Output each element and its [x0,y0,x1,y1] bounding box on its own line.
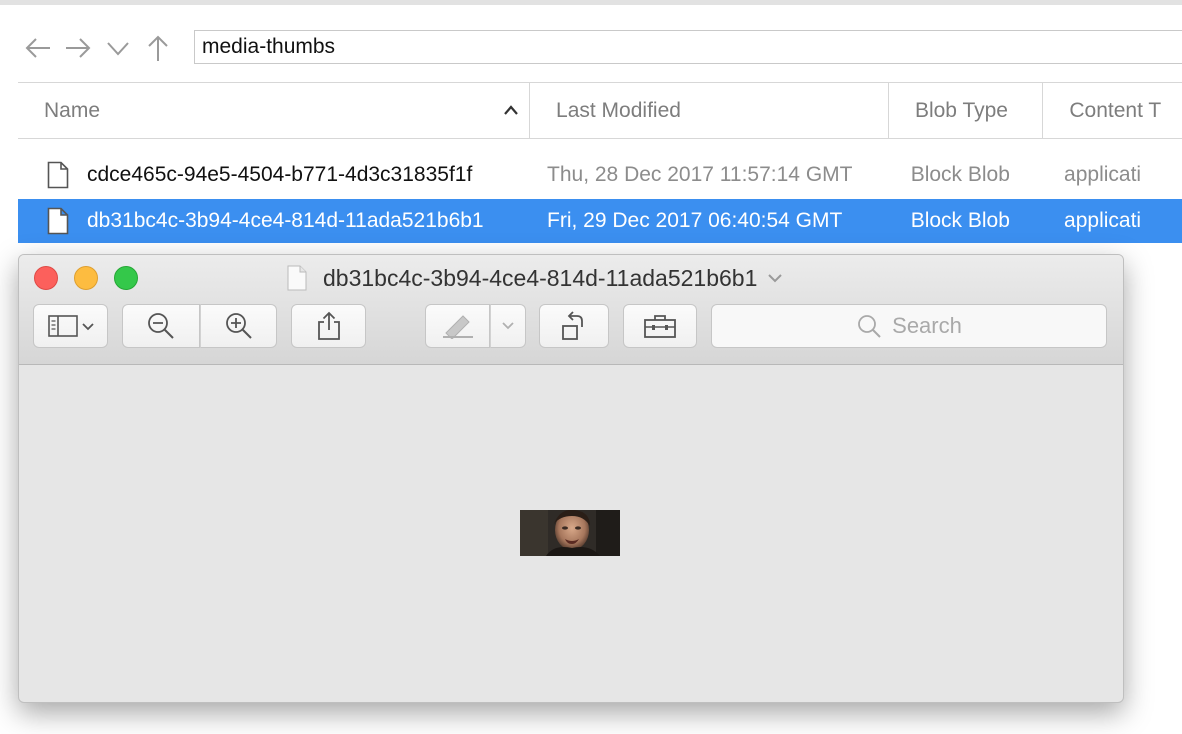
zoom-in-icon [225,313,252,339]
column-header-label: Content T [1069,98,1162,122]
top-divider [0,0,1182,5]
markup-button[interactable] [425,304,490,348]
window-title[interactable]: db31bc4c-3b94-4ce4-814d-11ada521b6b1 [287,263,783,293]
minimize-button[interactable] [74,266,98,290]
column-header-content-type[interactable]: Content T [1043,83,1182,138]
zoom-out-button[interactable] [122,304,200,348]
column-header-last-modified[interactable]: Last Modified [530,83,889,138]
markup-dropdown-button[interactable] [490,304,526,348]
sort-ascending-icon [504,105,518,115]
thumbnail-image [520,510,620,556]
window-title-text: db31bc4c-3b94-4ce4-814d-11ada521b6b1 [323,264,758,291]
rotate-icon [562,311,583,340]
file-icon [47,161,69,189]
chevron-down-icon [502,322,514,330]
sidebar-icon [47,315,94,337]
title-bar[interactable]: db31bc4c-3b94-4ce4-814d-11ada521b6b1 Sea… [19,255,1123,365]
zoom-out-icon [148,313,174,339]
up-button[interactable] [138,30,178,66]
search-placeholder: Search [892,313,962,338]
table-header: Name Last Modified Blob Type Content T [18,83,1182,139]
chevron-down-icon [107,42,129,56]
search-field[interactable]: Search [711,304,1107,348]
toolbox-icon [644,315,676,338]
column-header-label: Blob Type [914,98,1008,122]
arrow-left-icon [25,38,50,58]
toolbox-button[interactable] [623,304,697,348]
file-icon [47,207,69,235]
share-button[interactable] [291,304,366,348]
navigation-bar [18,30,178,66]
arrow-right-icon [66,38,91,58]
recent-locations-button[interactable] [98,30,138,66]
markup-pen-icon [442,315,473,339]
forward-button[interactable] [58,30,98,66]
path-input[interactable]: media-thumbs [194,30,1182,64]
maximize-button[interactable] [114,266,138,290]
share-icon [317,311,340,340]
table-row[interactable]: cdce465c-94e5-4504-b771-4d3c31835f1f Thu… [18,153,1182,197]
document-icon [287,265,307,291]
column-header-label: Name [44,98,101,122]
face-photo [520,510,620,556]
column-header-label: Last Modified [556,98,681,122]
zoom-in-button[interactable] [200,304,277,348]
cell-content-type: applicati [1064,163,1142,186]
title-chevron-icon [767,272,783,284]
cell-last-modified: Fri, 29 Dec 2017 06:40:54 GMT [547,209,843,232]
sidebar-toggle-button[interactable] [33,304,108,348]
cell-blob-type: Block Blob [910,209,1010,232]
arrow-up-icon [148,35,168,61]
cell-name: db31bc4c-3b94-4ce4-814d-11ada521b6b1 [87,209,484,232]
rotate-button[interactable] [539,304,609,348]
column-header-blob-type[interactable]: Blob Type [889,83,1044,138]
back-button[interactable] [18,30,58,66]
cell-blob-type: Block Blob [910,163,1010,186]
cell-content-type: applicati [1064,209,1142,232]
table-row-selected[interactable]: db31bc4c-3b94-4ce4-814d-11ada521b6b1 Fri… [18,199,1182,243]
cell-name: cdce465c-94e5-4504-b771-4d3c31835f1f [87,163,473,186]
preview-window: db31bc4c-3b94-4ce4-814d-11ada521b6b1 Sea… [18,254,1124,703]
column-header-name[interactable]: Name [18,83,531,138]
close-button[interactable] [34,266,58,290]
cell-last-modified: Thu, 28 Dec 2017 11:57:14 GMT [547,163,853,186]
search-icon [858,315,881,338]
